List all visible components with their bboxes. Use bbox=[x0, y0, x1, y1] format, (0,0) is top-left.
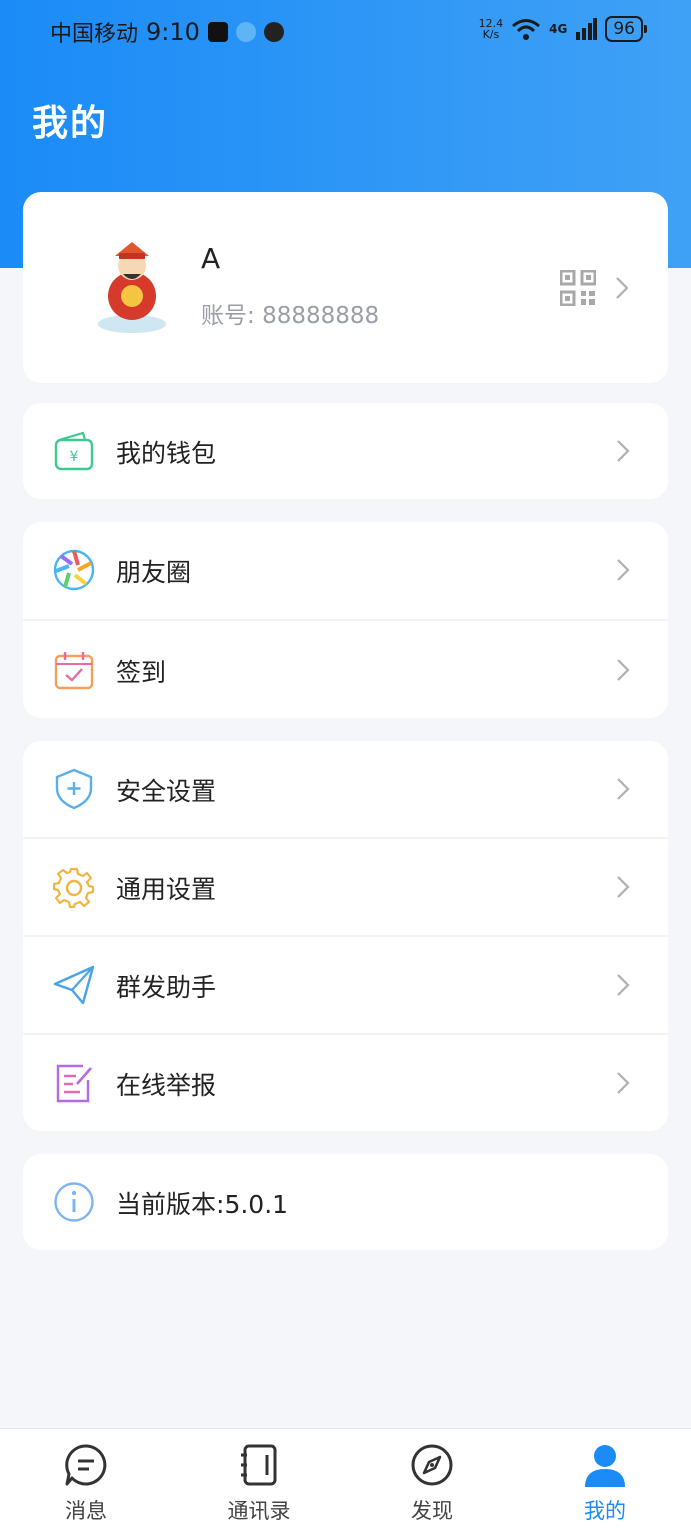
settings-card: 安全设置 通用设置 群发助手 在线举报 bbox=[23, 741, 668, 1131]
app-notification-icon bbox=[207, 22, 228, 42]
chat-bubble-icon bbox=[65, 1444, 107, 1486]
version-card: 当前版本:5.0.1 bbox=[23, 1154, 668, 1250]
menu-item-checkin[interactable]: 签到 bbox=[23, 622, 668, 718]
profile-card[interactable]: A 账号: 88888888 bbox=[23, 192, 668, 383]
chevron-right-icon bbox=[617, 778, 630, 800]
divider bbox=[23, 619, 668, 621]
qq-notification-icon bbox=[263, 22, 284, 42]
profile-nickname: A bbox=[201, 242, 221, 275]
menu-item-broadcast[interactable]: 群发助手 bbox=[23, 937, 668, 1033]
social-card: 朋友圈 签到 bbox=[23, 522, 668, 718]
version-row: 当前版本:5.0.1 bbox=[23, 1154, 668, 1250]
qr-code-icon[interactable] bbox=[560, 270, 596, 306]
nav-label-me: 我的 bbox=[584, 1499, 626, 1523]
info-icon bbox=[54, 1182, 94, 1222]
moments-icon bbox=[53, 549, 95, 591]
wallet-card: ¥ 我的钱包 bbox=[23, 403, 668, 499]
bottom-navigation: 消息 通讯录 发现 我的 bbox=[0, 1428, 691, 1536]
chevron-right-icon bbox=[617, 974, 630, 996]
account-label: 账号: bbox=[201, 303, 255, 329]
avatar bbox=[98, 242, 166, 333]
menu-label-broadcast: 群发助手 bbox=[116, 973, 217, 1002]
chevron-right-icon bbox=[617, 440, 630, 462]
menu-label-general: 通用设置 bbox=[116, 875, 217, 904]
calendar-check-icon bbox=[54, 652, 94, 690]
nav-tab-me[interactable]: 我的 bbox=[545, 1443, 665, 1525]
menu-label-security: 安全设置 bbox=[116, 777, 217, 806]
chevron-right-icon bbox=[616, 277, 629, 299]
account-number: 88888888 bbox=[262, 303, 380, 329]
menu-label-moments: 朋友圈 bbox=[116, 558, 192, 587]
nav-label-discover: 发现 bbox=[411, 1499, 453, 1523]
nav-label-contacts: 通讯录 bbox=[227, 1499, 291, 1523]
shield-icon bbox=[55, 768, 93, 810]
clock-time: 9:10 bbox=[146, 18, 200, 46]
chevron-right-icon bbox=[617, 659, 630, 681]
nav-tab-discover[interactable]: 发现 bbox=[372, 1443, 492, 1525]
carrier-name: 中国移动 bbox=[50, 22, 139, 47]
wifi-icon bbox=[512, 19, 541, 40]
nav-tab-contacts[interactable]: 通讯录 bbox=[199, 1443, 319, 1525]
network-type: 4G bbox=[549, 22, 568, 36]
nav-tab-messages[interactable]: 消息 bbox=[26, 1443, 146, 1525]
signal-icon bbox=[576, 18, 598, 40]
version-label: 当前版本: bbox=[116, 1190, 225, 1219]
menu-item-general[interactable]: 通用设置 bbox=[23, 839, 668, 935]
profile-account: 账号: 88888888 bbox=[201, 296, 379, 330]
gear-icon bbox=[53, 867, 95, 908]
user-icon bbox=[585, 1445, 625, 1487]
svg-text:¥: ¥ bbox=[70, 449, 79, 465]
weather-notification-icon bbox=[235, 22, 256, 42]
menu-label-checkin: 签到 bbox=[116, 658, 167, 687]
wallet-icon: ¥ bbox=[54, 431, 94, 471]
speed-unit: K/s bbox=[482, 28, 500, 41]
paper-plane-icon bbox=[53, 965, 95, 1005]
network-speed: 12.4 K/s bbox=[479, 18, 504, 40]
menu-item-report[interactable]: 在线举报 bbox=[23, 1035, 668, 1131]
chevron-right-icon bbox=[617, 1072, 630, 1094]
battery-level: 96 bbox=[605, 16, 647, 42]
chevron-right-icon bbox=[617, 876, 630, 898]
edit-report-icon bbox=[56, 1064, 92, 1103]
nav-label-messages: 消息 bbox=[65, 1499, 107, 1523]
compass-icon bbox=[411, 1444, 453, 1486]
version-value: 5.0.1 bbox=[224, 1190, 289, 1219]
page-title: 我的 bbox=[32, 103, 109, 144]
menu-label-wallet: 我的钱包 bbox=[116, 439, 217, 468]
menu-item-security[interactable]: 安全设置 bbox=[23, 741, 668, 837]
menu-item-wallet[interactable]: ¥ 我的钱包 bbox=[23, 403, 668, 499]
contacts-book-icon bbox=[241, 1444, 277, 1486]
status-bar: 中国移动 9:10 12.4 K/s 4G 96 bbox=[0, 0, 691, 62]
menu-label-report: 在线举报 bbox=[116, 1071, 217, 1100]
version-text: 当前版本:5.0.1 bbox=[116, 1185, 288, 1221]
chevron-right-icon bbox=[617, 559, 630, 581]
menu-item-moments[interactable]: 朋友圈 bbox=[23, 522, 668, 618]
